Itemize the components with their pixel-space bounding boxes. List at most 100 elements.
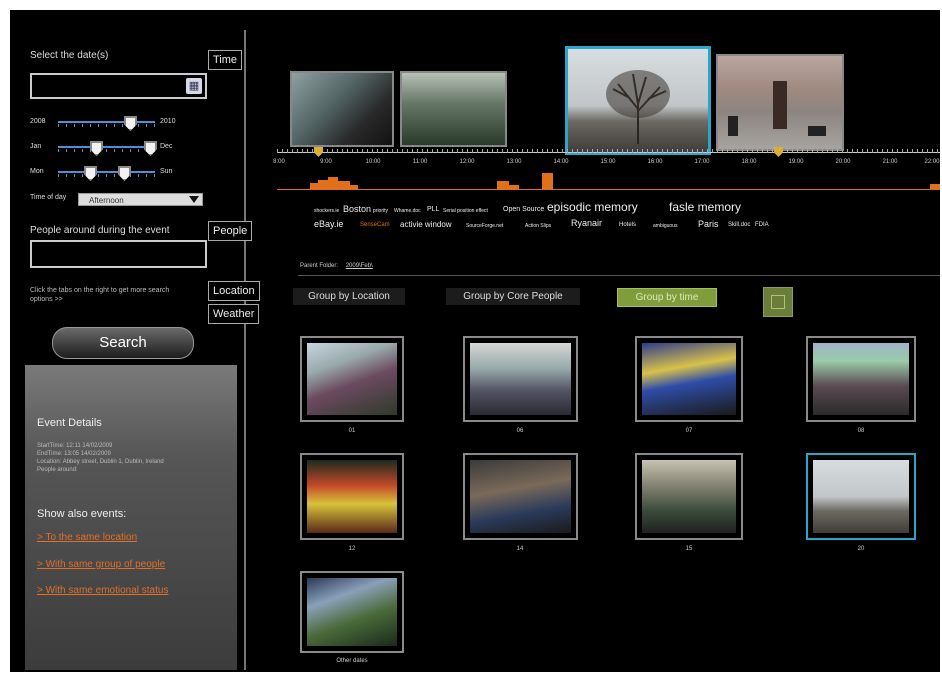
timeline-photo-selected[interactable] [565,46,711,155]
tag[interactable]: activie window [400,220,452,229]
day-slider[interactable] [58,166,155,181]
timeline-marker[interactable] [774,147,783,157]
details-people: People around: [37,467,78,473]
month-slider[interactable] [58,141,157,156]
divider [298,275,940,276]
tab-weather[interactable]: Weather [208,304,260,324]
tag[interactable]: Action Slips [525,223,551,229]
month-slider-thumb-start[interactable] [90,141,103,156]
event-card[interactable] [300,336,404,422]
year-slider[interactable] [58,116,155,131]
year-from-label: 2008 [30,118,46,125]
tag[interactable]: SenseCam [360,222,390,228]
tag[interactable]: Ryanair [571,218,602,228]
timeline-label: 17:00 [694,159,710,165]
group-by-people-button[interactable]: Group by Core People [446,288,580,305]
same-emotion-link[interactable]: > With same emotional status [37,585,168,596]
tag[interactable]: Hotels [619,222,636,228]
event-caption: 20 [857,546,865,552]
tag[interactable]: SourceForge.net [466,223,503,229]
event-caption: 08 [857,428,865,434]
group-by-location-button[interactable]: Group by Location [293,288,405,305]
event-card[interactable] [300,453,404,540]
event-photo [307,578,397,646]
event-photo [470,460,571,533]
year-slider-thumb[interactable] [124,116,137,131]
tag[interactable]: Paris [698,219,719,229]
event-card[interactable] [463,336,578,422]
timeline-label: 14:00 [553,159,569,165]
event-caption: 12 [348,546,356,552]
tag[interactable]: priority [373,208,388,214]
same-location-link[interactable]: > To the same location [37,532,137,543]
event-photo [470,343,571,415]
same-people-link[interactable]: > With same group of people [37,559,165,570]
details-start: StartTime: 12:11 14/02/2009 [37,443,113,449]
event-caption: 07 [685,428,693,434]
tag[interactable]: eBay.ie [314,219,343,229]
tab-time[interactable]: Time [208,50,243,70]
timeline-marker[interactable] [314,147,323,157]
timeline-photo[interactable] [400,71,507,147]
timeline-photo[interactable] [716,54,844,151]
details-title: Event Details [37,417,102,429]
tag[interactable]: fasle memory [669,200,741,214]
event-card[interactable] [806,336,916,422]
event-card[interactable] [635,453,743,540]
timeline-photo[interactable] [290,71,394,147]
search-panel: Select the date(s) ▦ 2008 2010 Jan Dec M… [10,10,245,672]
parent-folder-label: Parent Folder: [300,263,339,269]
event-card[interactable] [300,571,404,653]
day-slider-thumb-start[interactable] [84,166,97,181]
event-card[interactable] [463,453,578,540]
tag[interactable]: FDIA [755,222,769,228]
timeline-label: 18:00 [741,159,757,165]
parent-folder-link[interactable]: 2009\Feb\ [346,263,373,269]
group-by-time-button[interactable]: Group by time [617,288,717,307]
date-input[interactable]: ▦ [30,73,207,99]
event-photo [813,460,909,533]
details-end: EndTime: 13:05 14/02/2009 [37,451,111,457]
parent-folder: Parent Folder: 2009\Feb\ [300,263,373,269]
event-photo [307,343,397,415]
tag[interactable]: shockers.ie [314,208,339,214]
timeline-label: 15:00 [600,159,616,165]
tag[interactable]: Skill.doc [728,222,750,228]
people-input[interactable] [30,240,207,268]
timeline-label: 21:00 [882,159,898,165]
event-card[interactable] [635,336,743,422]
time-of-day-select[interactable]: Afternoon [78,193,203,206]
calendar-icon[interactable]: ▦ [186,78,202,94]
tree-photo [606,70,670,144]
event-caption: 01 [348,428,356,434]
details-location: Location: Abbey street, Dublin 1, Dublin… [37,459,164,465]
tab-location[interactable]: Location [208,281,260,301]
time-of-day-label: Time of day [30,194,67,201]
day-from-label: Mon [30,168,44,175]
view-toggle-icon[interactable] [763,287,793,317]
search-button[interactable]: Search [52,327,194,359]
timeline-label: 20:00 [835,159,851,165]
event-card-selected[interactable] [806,453,916,540]
tag[interactable]: ambiguous [653,223,677,229]
tag[interactable]: PLL [427,206,439,213]
show-also-label: Show also events: [37,508,127,520]
tag[interactable]: episodic memory [547,200,638,214]
event-photo [813,343,909,415]
panel-divider [244,30,246,670]
timeline-label: 8:00 [273,159,285,165]
date-label: Select the date(s) [30,50,109,61]
tag[interactable]: Serial position effect [443,208,488,214]
month-to-label: Dec [160,143,173,150]
timeline-label: 9:00 [320,159,332,165]
month-from-label: Jan [30,143,42,150]
month-slider-thumb-end[interactable] [144,141,157,156]
event-caption: 15 [685,546,693,552]
tag[interactable]: Open Source [503,206,544,213]
tag[interactable]: Whame.doc [394,208,421,214]
tab-people[interactable]: People [208,221,253,241]
day-slider-thumb-end[interactable] [118,166,131,181]
tag[interactable]: Boston [343,204,371,214]
app-window: Select the date(s) ▦ 2008 2010 Jan Dec M… [10,10,940,672]
chevron-down-icon [189,196,199,203]
